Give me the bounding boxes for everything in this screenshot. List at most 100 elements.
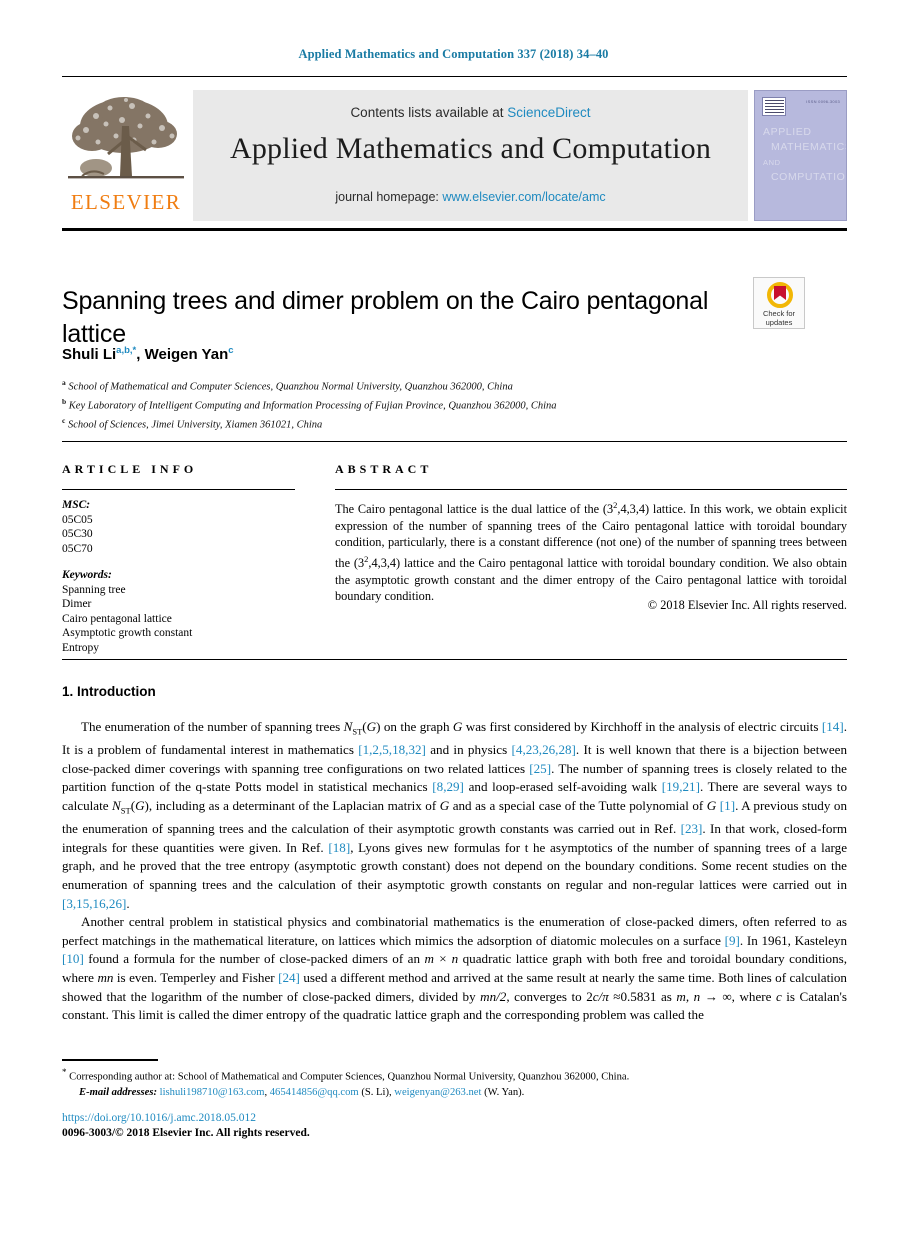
corresponding-author-marker: * <box>132 345 137 356</box>
p2-t2: . In 1961, Kasteleyn <box>739 932 848 948</box>
citation-link[interactable]: [4,23,26,28] <box>512 742 576 757</box>
contents-prefix: Contents lists available at <box>350 105 508 120</box>
p2-t7: , converges to 2 <box>506 988 593 1004</box>
email-link-2[interactable]: 465414856@qq.com <box>270 1087 359 1098</box>
p1-i5: G <box>135 797 145 813</box>
elsevier-wordmark: ELSEVIER <box>70 190 182 214</box>
affiliation-text-c: School of Sciences, Jimei University, Xi… <box>67 419 323 431</box>
p1-t13: and as a special case of the Tutte polyn… <box>449 797 707 813</box>
citation-link[interactable]: [1,2,5,18,32] <box>358 742 426 757</box>
journal-cover-thumbnail: ISSN 0096-3003 APPLIED MATHEMATICS AND C… <box>754 90 847 221</box>
p1-sub2: ST <box>120 805 131 816</box>
masthead-bottom-rule <box>62 228 847 231</box>
cover-title-line3: AND <box>763 158 781 167</box>
crossmark-label-line2: updates <box>765 318 793 327</box>
cover-title-line4: COMPUTATION <box>771 171 847 183</box>
author-1-name: Shuli Li <box>62 346 117 363</box>
affiliation-marker-b: b <box>62 397 67 406</box>
citation-link[interactable]: [14] <box>822 719 844 734</box>
cover-title-line1: APPLIED <box>763 126 812 138</box>
p1-i3: G <box>452 719 463 734</box>
citation-link[interactable]: [18] <box>328 840 350 855</box>
crossmark-badge[interactable]: Check for updates <box>753 277 805 329</box>
article-info-heading: ARTICLE INFO <box>62 462 198 476</box>
cover-publisher-badge-icon <box>762 97 786 116</box>
cover-badge-bars <box>765 100 784 114</box>
p1-i7: G <box>706 797 717 813</box>
citation-link[interactable]: [8,29] <box>432 779 464 794</box>
author-2-affil-marker: c <box>228 345 234 356</box>
email-link-1[interactable]: lishuli198710@163.com <box>160 1087 265 1098</box>
article-info-rule <box>62 489 295 490</box>
p2-t8: ≈0.5831 as <box>608 988 677 1004</box>
elsevier-logo: ELSEVIER <box>62 92 190 220</box>
p2-i2: mn <box>97 969 114 985</box>
abstract-rule <box>335 489 847 490</box>
abstract-bottom-rule <box>62 659 847 660</box>
journal-homepage-link[interactable]: www.elsevier.com/locate/amc <box>442 190 605 204</box>
abstract-body: The Cairo pentagonal lattice is the dual… <box>335 497 847 605</box>
homepage-prefix: journal homepage: <box>335 190 443 204</box>
page-title: Spanning trees and dimer problem on the … <box>62 286 709 348</box>
affiliation-item: c School of Sciences, Jimei University, … <box>62 414 822 433</box>
p2-i3: mn/2 <box>480 988 507 1004</box>
citation-link[interactable]: [19,21] <box>662 779 700 794</box>
citation-link[interactable]: [10] <box>62 951 84 966</box>
crossmark-label-line1: Check for <box>762 309 796 318</box>
authors-bottom-rule <box>62 441 847 442</box>
citation-link[interactable]: [9] <box>725 933 740 948</box>
citation-link[interactable]: [23] <box>681 821 703 836</box>
corresponding-author-text: Corresponding author at: School of Mathe… <box>66 1071 630 1083</box>
citation-link[interactable]: [24] <box>278 970 300 985</box>
author-1-affil-marker: a,b, <box>116 345 133 356</box>
keyword-item: Entropy <box>62 641 100 654</box>
cover-title: APPLIED MATHEMATICS AND COMPUTATION <box>763 125 847 185</box>
keyword-item: Dimer <box>62 598 92 610</box>
p2-t9: → ∞, where <box>700 988 776 1004</box>
affiliation-text-a: School of Mathematical and Computer Scie… <box>68 381 513 393</box>
citation-link[interactable]: [25] <box>529 761 551 776</box>
author-list: Shuli Lia,b,*, Weigen Yanc <box>62 345 234 363</box>
paragraph-2: Another central problem in statistical p… <box>62 913 847 1025</box>
cover-title-line2: MATHEMATICS <box>771 141 847 153</box>
p1-i2: G <box>366 719 377 734</box>
corresponding-author-note: * Corresponding author at: School of Mat… <box>62 1065 847 1085</box>
msc-code: 05C30 <box>62 528 93 540</box>
elsevier-tree-icon <box>68 97 184 179</box>
footnote-block: * Corresponding author at: School of Mat… <box>62 1065 847 1100</box>
keyword-item: Asymptotic growth constant <box>62 627 193 639</box>
p1-t4: was first considered by Kirchhoff in the… <box>462 719 822 734</box>
crossmark-label: Check for updates <box>754 309 804 327</box>
msc-code: 05C70 <box>62 542 93 555</box>
p2-t5: is even. Temperley and Fisher <box>113 969 279 985</box>
citation-link[interactable]: [3,15,16,26] <box>62 896 126 911</box>
email-addresses-row: E-mail addresses: lishuli198710@163.com,… <box>79 1086 525 1098</box>
p1-t3: ) on the graph <box>376 719 453 734</box>
p2-t3: found a formula for the number of close-… <box>83 951 425 967</box>
email-author-2: (W. Yan). <box>481 1086 525 1098</box>
doi-link[interactable]: https://doi.org/10.1016/j.amc.2018.05.01… <box>62 1112 256 1124</box>
journal-title: Applied Mathematics and Computation <box>229 132 712 165</box>
citation-link[interactable]: [1] <box>720 798 735 813</box>
p1-t1: The enumeration of the number of spannin… <box>81 719 344 734</box>
abstract-copyright: © 2018 Elsevier Inc. All rights reserved… <box>647 598 847 612</box>
contents-available-line: Contents lists available at ScienceDirec… <box>193 105 748 120</box>
paper-page: Applied Mathematics and Computation 337 … <box>0 0 907 1238</box>
abstract-part3: ,4,3,4) lattice and the Cairo pentagonal… <box>335 555 847 604</box>
affiliation-marker-c: c <box>62 416 66 425</box>
p1-t9: and loop-erased self-avoiding walk <box>463 779 662 795</box>
p1-t6: and in physics <box>425 742 512 758</box>
running-head: Applied Mathematics and Computation 337 … <box>298 47 609 61</box>
msc-label: MSC: <box>62 499 91 511</box>
sciencedirect-link[interactable]: ScienceDirect <box>507 105 590 120</box>
issn-copyright-line: 0096-3003/© 2018 Elsevier Inc. All right… <box>62 1127 310 1139</box>
msc-code: 05C05 <box>62 513 93 526</box>
footnote-rule <box>62 1059 158 1061</box>
body-text: The enumeration of the number of spannin… <box>62 718 847 1025</box>
article-info-body: MSC: 05C05 05C30 05C70 Keywords: Spannin… <box>62 498 302 655</box>
affiliation-marker-a: a <box>62 378 66 387</box>
p1-i6: G <box>439 797 450 813</box>
email-link-3[interactable]: weigenyan@263.net <box>394 1087 481 1098</box>
abstract-part1: The Cairo pentagonal lattice is the dual… <box>335 502 614 517</box>
paragraph-1: The enumeration of the number of spannin… <box>62 718 847 913</box>
